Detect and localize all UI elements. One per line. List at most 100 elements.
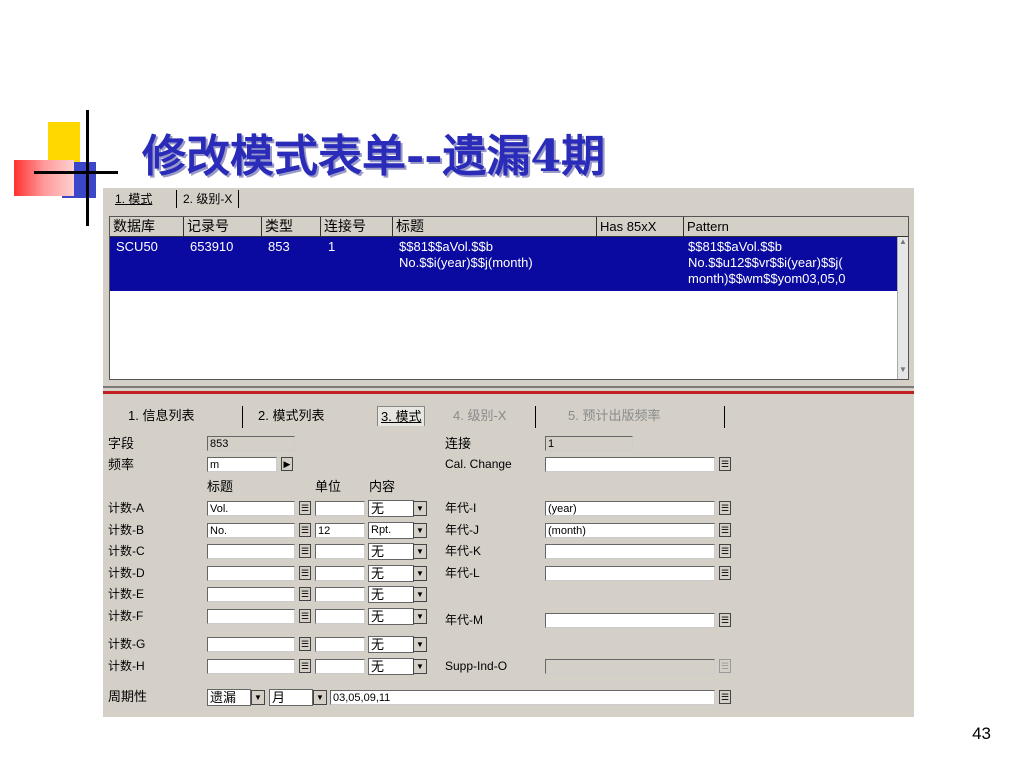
count-e-label: 计数-E xyxy=(108,587,145,601)
chevron-down-icon[interactable]: ▼ xyxy=(413,637,427,652)
count-f-content-select[interactable]: 无 xyxy=(368,608,414,625)
supp-ind-input[interactable] xyxy=(545,659,715,674)
field-input[interactable]: 853 xyxy=(207,436,295,451)
grid-header: 数据库 记录号 类型 连接号 标题 Has 85xX Pattern xyxy=(110,217,908,237)
cell-type: 853 xyxy=(268,239,290,254)
tab-expected-frequency[interactable]: 5. 预计出版频率 xyxy=(568,406,660,425)
count-a-title-input[interactable]: Vol. xyxy=(207,501,295,516)
edit-list-icon[interactable]: ☰ xyxy=(719,690,731,704)
edit-list-icon[interactable]: ☰ xyxy=(299,659,311,673)
count-c-content-select[interactable]: 无 xyxy=(368,543,414,560)
edit-list-icon[interactable]: ☰ xyxy=(299,501,311,515)
col-header-record[interactable]: 记录号 xyxy=(184,217,262,236)
edit-list-icon[interactable]: ☰ xyxy=(299,637,311,651)
cal-change-input[interactable] xyxy=(545,457,715,472)
count-f-unit-input[interactable] xyxy=(315,609,365,624)
tab-divider xyxy=(242,406,243,428)
scroll-up-icon[interactable]: ▲ xyxy=(899,237,907,246)
col-header-title[interactable]: 标题 xyxy=(393,217,597,236)
tab-pattern-list[interactable]: 2. 模式列表 xyxy=(258,406,324,425)
logo-red-block xyxy=(14,160,74,196)
count-a-content-select[interactable]: 无 xyxy=(368,500,414,517)
grid-scrollbar[interactable]: ▲ ▼ xyxy=(897,237,908,379)
frequency-input[interactable]: m xyxy=(207,457,277,472)
count-d-title-input[interactable] xyxy=(207,566,295,581)
chevron-down-icon[interactable]: ▼ xyxy=(413,587,427,602)
logo-vertical-line xyxy=(86,110,89,226)
periodicity-value-input[interactable]: 03,05,09,11 xyxy=(330,690,715,705)
count-d-unit-input[interactable] xyxy=(315,566,365,581)
chevron-down-icon[interactable]: ▼ xyxy=(413,523,427,538)
edit-list-icon[interactable]: ☰ xyxy=(299,523,311,537)
count-h-content-select[interactable]: 无 xyxy=(368,658,414,675)
page-number: 43 xyxy=(972,724,991,743)
chevron-down-icon[interactable]: ▼ xyxy=(413,566,427,581)
tab-pattern-active[interactable]: 3. 模式 xyxy=(377,406,426,426)
count-h-title-input[interactable] xyxy=(207,659,295,674)
table-row-selected[interactable]: SCU50 653910 853 1 $$81$$aVol.$$b No.$$i… xyxy=(110,237,908,291)
count-a-unit-input[interactable] xyxy=(315,501,365,516)
count-c-title-input[interactable] xyxy=(207,544,295,559)
count-b-unit-input[interactable]: 12 xyxy=(315,523,365,538)
count-b-label: 计数-B xyxy=(108,523,145,537)
column-content-label: 内容 xyxy=(369,479,396,494)
cell-title-line1: $$81$$aVol.$$b xyxy=(399,239,493,254)
chevron-down-icon[interactable]: ▼ xyxy=(413,609,427,624)
col-header-pattern[interactable]: Pattern xyxy=(684,217,907,236)
count-g-content-select[interactable]: 无 xyxy=(368,636,414,653)
col-header-type[interactable]: 类型 xyxy=(262,217,321,236)
column-unit-label: 单位 xyxy=(315,479,342,494)
chevron-down-icon[interactable]: ▼ xyxy=(313,690,327,705)
col-header-link[interactable]: 连接号 xyxy=(321,217,393,236)
count-e-unit-input[interactable] xyxy=(315,587,365,602)
col-header-database[interactable]: 数据库 xyxy=(110,217,184,236)
periodicity-type-select[interactable]: 遗漏 xyxy=(207,689,251,706)
count-h-label: 计数-H xyxy=(108,659,145,673)
edit-list-icon[interactable]: ☰ xyxy=(719,659,731,673)
tab-info-list[interactable]: 1. 信息列表 xyxy=(128,406,194,425)
chevron-down-icon[interactable]: ▼ xyxy=(413,501,427,516)
count-g-title-input[interactable] xyxy=(207,637,295,652)
year-m-input[interactable] xyxy=(545,613,715,628)
count-g-unit-input[interactable] xyxy=(315,637,365,652)
periodicity-label: 周期性 xyxy=(108,689,148,704)
periodicity-unit-select[interactable]: 月 xyxy=(269,689,313,706)
count-h-unit-input[interactable] xyxy=(315,659,365,674)
count-e-title-input[interactable] xyxy=(207,587,295,602)
edit-list-icon[interactable]: ☰ xyxy=(719,544,731,558)
count-d-content-select[interactable]: 无 xyxy=(368,565,414,582)
tab-divider xyxy=(724,406,725,428)
tab-divider xyxy=(535,406,536,428)
chevron-down-icon[interactable]: ▼ xyxy=(251,690,265,705)
count-c-unit-input[interactable] xyxy=(315,544,365,559)
tab-level-x-lower[interactable]: 4. 级别-X xyxy=(453,406,506,425)
cell-pattern-line2: No.$$u12$$vr$$i(year)$$j( xyxy=(688,255,843,270)
link-input[interactable]: 1 xyxy=(545,436,633,451)
scroll-down-icon[interactable]: ▼ xyxy=(899,365,907,374)
edit-list-icon[interactable]: ☰ xyxy=(299,609,311,623)
year-l-input[interactable] xyxy=(545,566,715,581)
edit-list-icon[interactable]: ☰ xyxy=(299,566,311,580)
arrow-right-icon[interactable]: ▶ xyxy=(281,457,293,471)
edit-list-icon[interactable]: ☰ xyxy=(719,501,731,515)
edit-list-icon[interactable]: ☰ xyxy=(719,613,731,627)
count-e-content-select[interactable]: 无 xyxy=(368,586,414,603)
tab-level-x[interactable]: 2. 级别-X xyxy=(176,190,240,208)
chevron-down-icon[interactable]: ▼ xyxy=(413,659,427,674)
edit-list-icon[interactable]: ☰ xyxy=(299,544,311,558)
edit-list-icon[interactable]: ☰ xyxy=(719,523,731,537)
col-header-has85xx[interactable]: Has 85xX xyxy=(597,217,684,236)
edit-list-icon[interactable]: ☰ xyxy=(719,566,731,580)
edit-list-icon[interactable]: ☰ xyxy=(299,587,311,601)
chevron-down-icon[interactable]: ▼ xyxy=(413,544,427,559)
count-b-content-select[interactable]: Rpt. xyxy=(368,522,414,539)
count-f-title-input[interactable] xyxy=(207,609,295,624)
year-k-input[interactable] xyxy=(545,544,715,559)
count-b-title-input[interactable]: No. xyxy=(207,523,295,538)
year-j-input[interactable]: (month) xyxy=(545,523,715,538)
year-i-input[interactable]: (year) xyxy=(545,501,715,516)
count-a-label: 计数-A xyxy=(108,501,145,515)
tab-pattern[interactable]: 1. 模式 xyxy=(111,190,156,208)
cell-record: 653910 xyxy=(190,239,234,254)
edit-list-icon[interactable]: ☰ xyxy=(719,457,731,471)
